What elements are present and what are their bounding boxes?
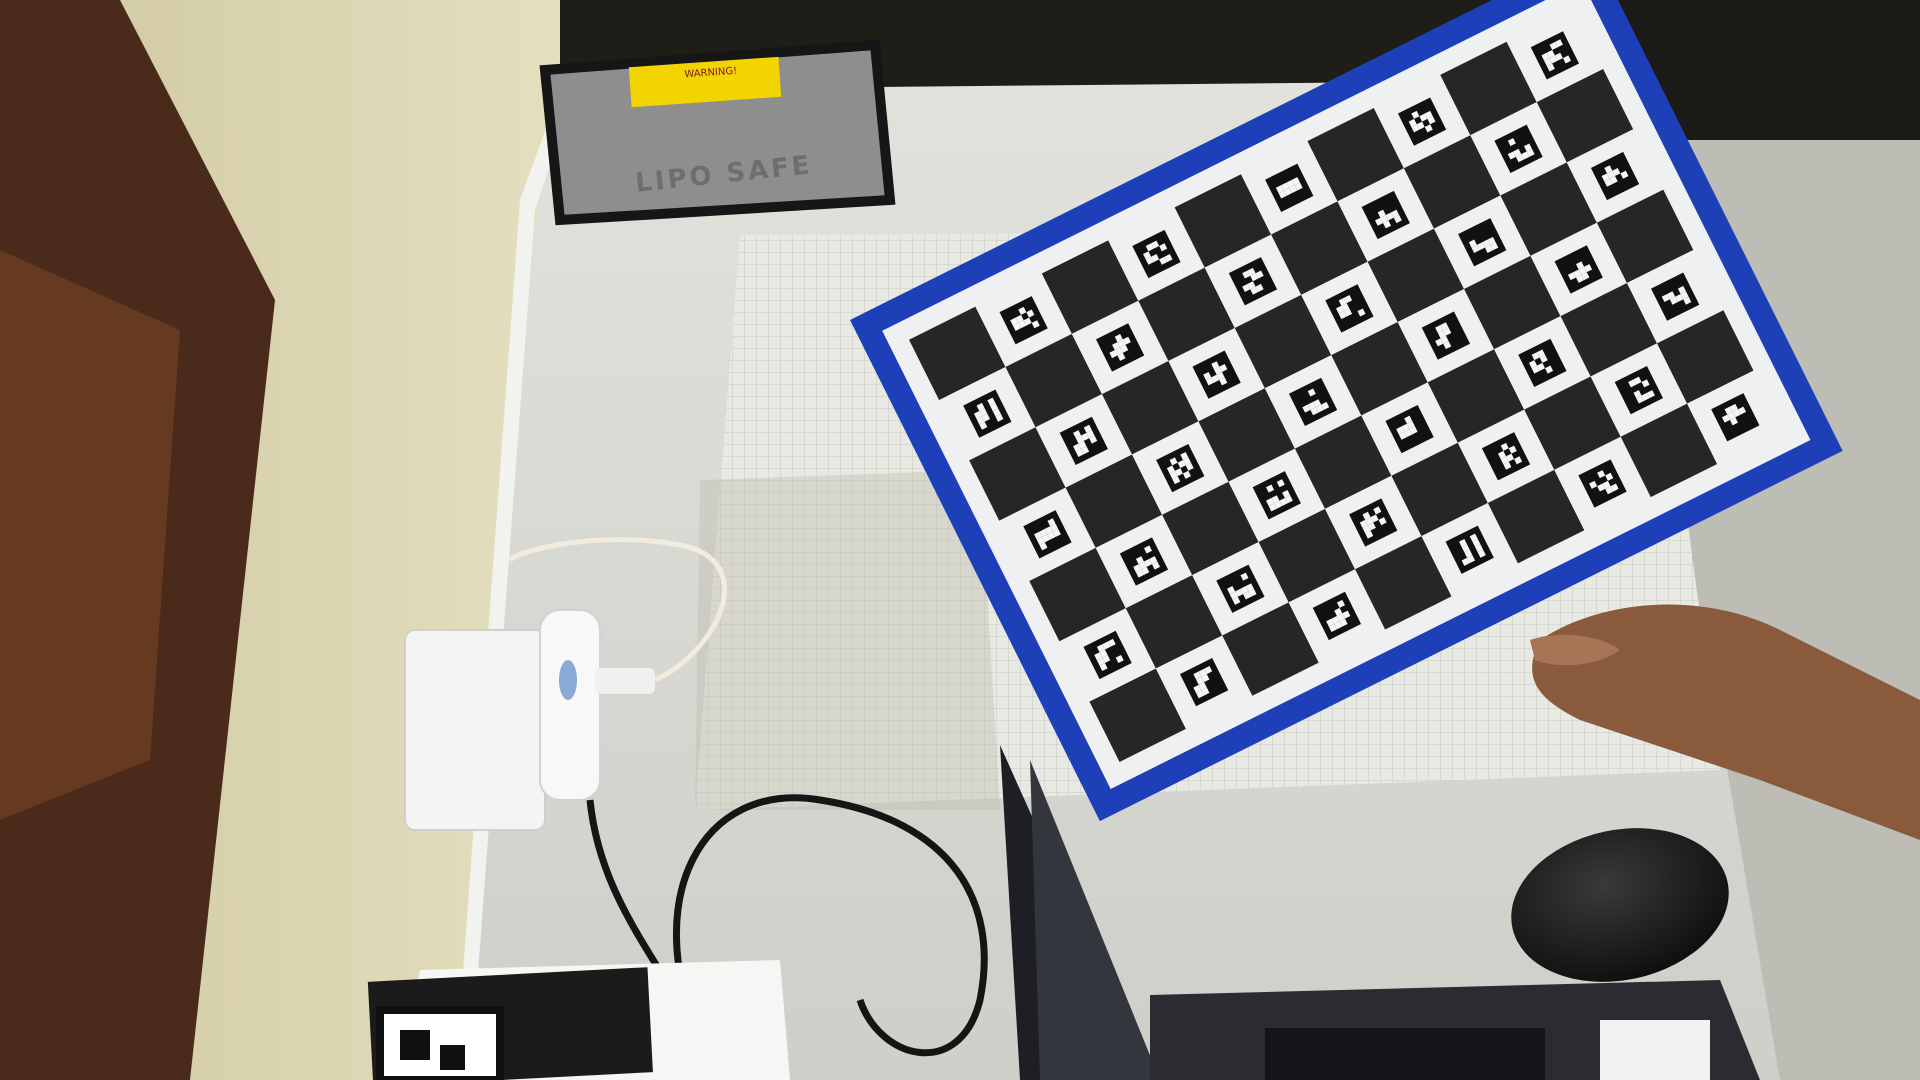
- marker-card: [376, 1006, 504, 1080]
- photo-scene: WARNING! LIPO SAFE: [0, 0, 1920, 1080]
- lipo-safe-bag: WARNING! LIPO SAFE: [539, 39, 896, 226]
